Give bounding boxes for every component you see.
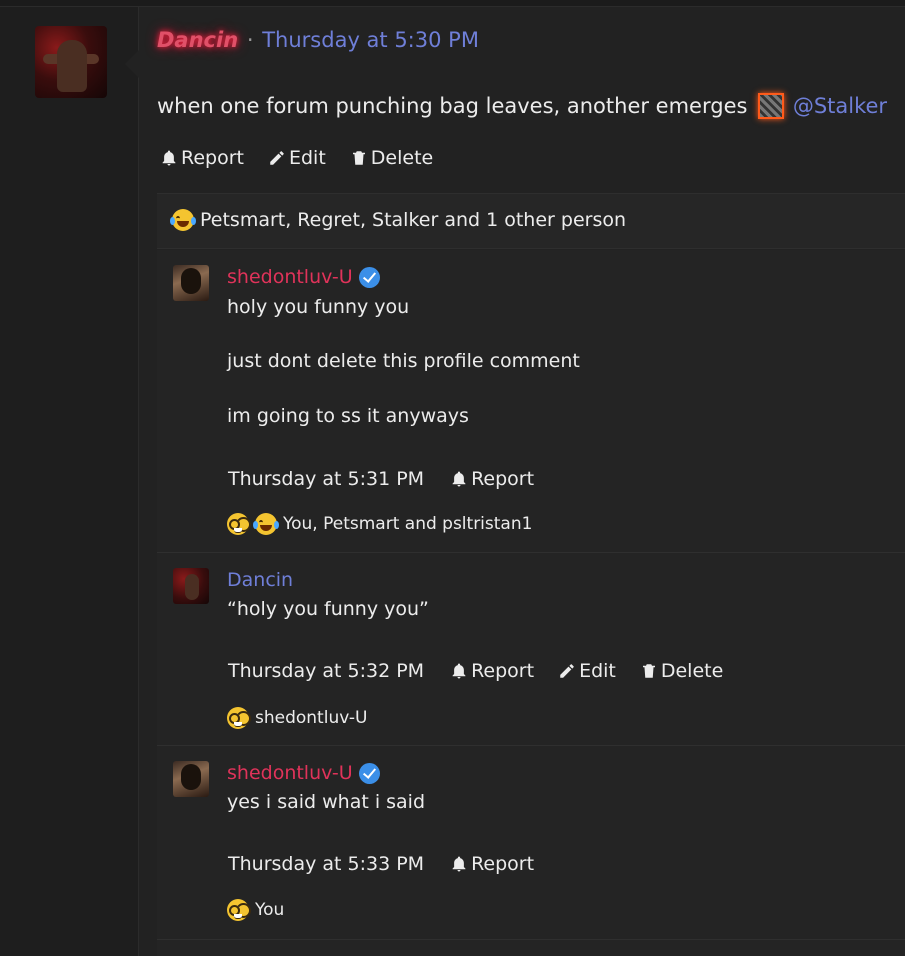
- comments-list: shedontluv-U holy you funny you just don…: [157, 250, 905, 956]
- comment-reactions-text: You: [255, 900, 285, 920]
- nerd-face-emoji-icon: [227, 513, 249, 535]
- report-label: Report: [471, 468, 535, 490]
- bell-icon: [452, 856, 466, 872]
- comment-meta: Thursday at 5:31 PM Report: [228, 468, 534, 490]
- report-button[interactable]: Report: [160, 147, 244, 169]
- comment-reactions-text: shedontluv-U: [255, 708, 368, 728]
- comment-reactions[interactable]: You, Petsmart and psltristan1: [227, 513, 532, 535]
- trash-icon: [642, 664, 655, 678]
- commenter-name[interactable]: shedontluv-U: [227, 762, 353, 784]
- commenter-avatar[interactable]: [173, 265, 209, 301]
- report-label: Report: [181, 147, 244, 169]
- comment-reactions[interactable]: You: [227, 899, 284, 921]
- post-reactions-summary: Petsmart, Regret, Stalker and 1 other pe…: [170, 209, 626, 231]
- edit-label: Edit: [288, 147, 326, 169]
- commenter-name-row: shedontluv-U: [227, 762, 380, 784]
- comment-item: shedontluv-U yes i said what i said Thur…: [157, 746, 905, 940]
- comment-line: yes i said what i said: [227, 791, 426, 813]
- post-timestamp[interactable]: Thursday at 5:30 PM: [262, 28, 479, 52]
- post-header: Dancin · Thursday at 5:30 PM: [157, 28, 479, 52]
- comment-report-button[interactable]: Report: [450, 468, 534, 490]
- commenter-name-row: shedontluv-U: [227, 266, 380, 288]
- delete-label: Delete: [660, 660, 724, 682]
- edit-label: Edit: [579, 660, 616, 682]
- mention-avatar-icon[interactable]: [758, 93, 785, 119]
- comment-reactions-text: You, Petsmart and psltristan1: [283, 514, 533, 534]
- commenter-name[interactable]: Dancin: [227, 569, 293, 591]
- comment-meta: Thursday at 5:32 PM Report Edit Delete: [228, 660, 723, 682]
- comment-timestamp[interactable]: Thursday at 5:33 PM: [228, 853, 424, 875]
- comment-delete-button[interactable]: Delete: [640, 660, 723, 682]
- comment-report-button[interactable]: Report: [450, 853, 534, 875]
- tears-of-joy-emoji-icon: [170, 209, 196, 231]
- pencil-icon: [270, 151, 284, 165]
- comment-line: just dont delete this profile comment: [227, 350, 580, 372]
- comment-item: shedontluv-U holy you funny you just don…: [157, 250, 905, 553]
- comment-meta: Thursday at 5:33 PM Report: [228, 853, 534, 875]
- profile-post-page: Dancin · Thursday at 5:30 PM when one fo…: [0, 0, 905, 956]
- delete-label: Delete: [370, 147, 434, 169]
- bell-icon: [162, 150, 176, 166]
- comment-line: holy you funny you: [227, 296, 410, 318]
- post-actions: Report Edit Delete: [160, 147, 433, 169]
- commenter-name-row: Dancin: [227, 569, 293, 591]
- author-avatar[interactable]: [35, 26, 107, 98]
- bell-icon: [452, 471, 466, 487]
- comment-timestamp[interactable]: Thursday at 5:32 PM: [228, 660, 424, 682]
- post-body-text: when one forum punching bag leaves, anot…: [157, 94, 748, 118]
- delete-button[interactable]: Delete: [350, 147, 433, 169]
- pencil-icon: [560, 664, 574, 678]
- verified-check-icon: [358, 266, 380, 288]
- comment-line: im going to ss it anyways: [227, 405, 469, 427]
- author-column: [0, 7, 139, 956]
- verified-check-icon: [358, 762, 380, 784]
- comment-item: Dancin “holy you funny you” Thursday at …: [157, 553, 905, 746]
- comment-edit-button[interactable]: Edit: [558, 660, 616, 682]
- post-author-name[interactable]: Dancin: [157, 28, 238, 52]
- report-label: Report: [471, 853, 535, 875]
- bell-icon: [452, 663, 466, 679]
- post-reactions-text[interactable]: Petsmart, Regret, Stalker and 1 other pe…: [200, 209, 626, 231]
- comment-line: “holy you funny you”: [227, 598, 429, 620]
- commenter-avatar[interactable]: [173, 568, 209, 604]
- trash-icon: [352, 151, 365, 165]
- tears-of-joy-emoji-icon: [253, 513, 279, 535]
- post-reactions-bar[interactable]: Petsmart, Regret, Stalker and 1 other pe…: [157, 193, 905, 249]
- edit-button[interactable]: Edit: [268, 147, 326, 169]
- commenter-name[interactable]: shedontluv-U: [227, 266, 353, 288]
- comment-reactions[interactable]: shedontluv-U: [227, 707, 367, 729]
- comment-report-button[interactable]: Report: [450, 660, 534, 682]
- nerd-face-emoji-icon: [227, 707, 249, 729]
- report-label: Report: [471, 660, 535, 682]
- mention-link[interactable]: @Stalker: [793, 94, 887, 118]
- post-body: when one forum punching bag leaves, anot…: [157, 93, 887, 119]
- avatar-figure: [57, 40, 87, 92]
- header-separator: ·: [246, 28, 254, 52]
- commenter-avatar[interactable]: [173, 761, 209, 797]
- nerd-face-emoji-icon: [227, 899, 249, 921]
- comment-timestamp[interactable]: Thursday at 5:31 PM: [228, 468, 424, 490]
- post-pointer-arrow: [125, 50, 139, 78]
